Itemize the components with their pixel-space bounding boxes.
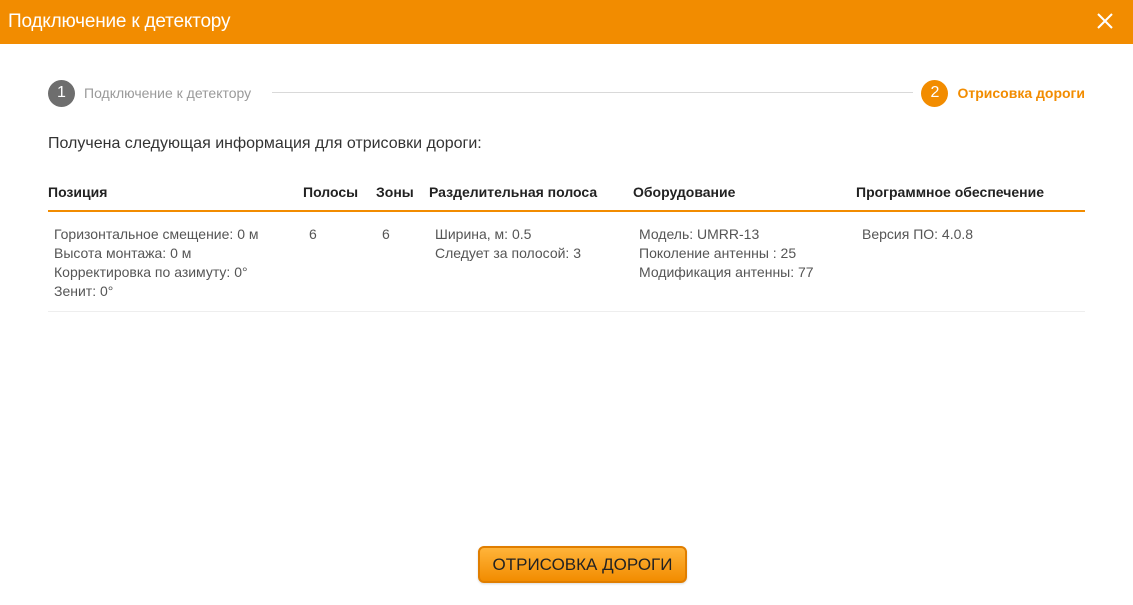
equipment-antenna-modification: Модификация антенны: 77 <box>639 264 814 280</box>
position-zenith: Зенит: 0° <box>54 283 114 299</box>
zones-value: 6 <box>382 226 390 242</box>
divider-follows-lane: Следует за полосой: 3 <box>435 245 581 261</box>
dialog-title: Подключение к детектору <box>8 11 231 32</box>
divider-width: Ширина, м: 0.5 <box>435 226 532 242</box>
step-label-2: Отрисовка дороги <box>957 85 1085 101</box>
header-lanes: Полосы <box>303 175 376 212</box>
header-software: Программное обеспечение <box>856 175 1085 212</box>
header-zones: Зоны <box>376 175 429 212</box>
cell-divider: Ширина, м: 0.5 Следует за полосой: 3 <box>429 211 633 312</box>
equipment-model: Модель: UMRR-13 <box>639 226 760 242</box>
position-horizontal-offset: Горизонтальное смещение: 0 м <box>54 226 259 242</box>
software-version: Версия ПО: 4.0.8 <box>862 226 974 242</box>
header-equipment: Оборудование <box>633 175 856 212</box>
position-mount-height: Высота монтажа: 0 м <box>54 245 192 261</box>
lanes-value: 6 <box>309 226 317 242</box>
cell-lanes: 6 <box>303 211 376 312</box>
cell-position: Горизонтальное смещение: 0 м Высота монт… <box>48 211 303 312</box>
intro-text: Получена следующая информация для отрисо… <box>48 135 482 152</box>
stepper-divider <box>272 92 913 93</box>
header-divider: Разделительная полоса <box>429 175 633 212</box>
draw-road-button[interactable]: ОТРИСОВКА ДОРОГИ <box>478 546 687 583</box>
table-row: Горизонтальное смещение: 0 м Высота монт… <box>48 211 1085 312</box>
dialog-titlebar: Подключение к детектору <box>0 0 1133 44</box>
step-number-1: 1 <box>48 79 75 107</box>
equipment-antenna-generation: Поколение антенны : 25 <box>639 245 797 261</box>
wizard-stepper: 1 Подключение к детектору 2 Отрисовка до… <box>48 79 1085 107</box>
cell-zones: 6 <box>376 211 429 312</box>
close-icon[interactable] <box>1095 11 1115 31</box>
table-header-row: Позиция Полосы Зоны Разделительная полос… <box>48 175 1085 212</box>
cell-software: Версия ПО: 4.0.8 <box>856 211 1085 312</box>
step-number-2: 2 <box>921 79 949 107</box>
header-position: Позиция <box>48 175 303 212</box>
step-connect-detector: 1 Подключение к детектору <box>48 79 251 107</box>
cell-equipment: Модель: UMRR-13 Поколение антенны : 25 М… <box>633 211 856 312</box>
position-azimuth: Корректировка по азимуту: 0° <box>54 264 248 280</box>
road-info-table: Позиция Полосы Зоны Разделительная полос… <box>48 175 1085 312</box>
step-label-1: Подключение к детектору <box>84 85 252 101</box>
step-draw-road: 2 Отрисовка дороги <box>921 79 1085 107</box>
